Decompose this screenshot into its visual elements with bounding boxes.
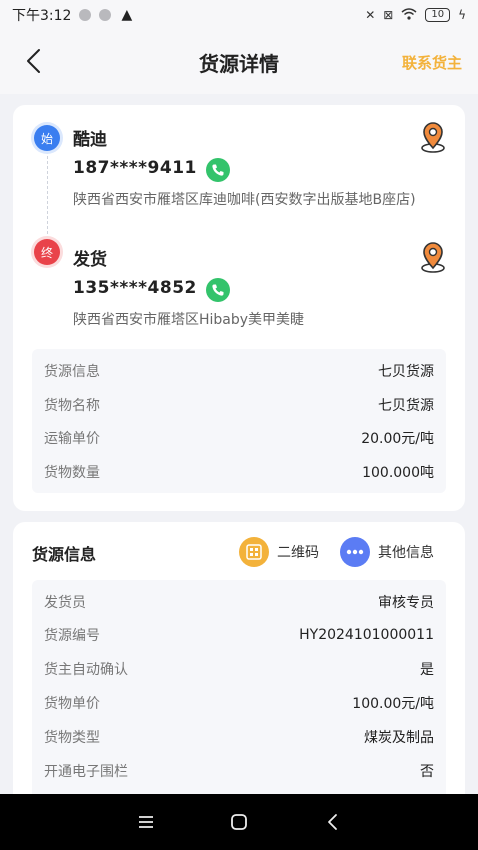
- phone-call-icon[interactable]: [206, 158, 230, 182]
- section-title: 货源信息: [32, 545, 97, 564]
- row-value: 100.00元/吨: [352, 696, 434, 712]
- route-connector: [47, 151, 48, 239]
- row-label: 发货员: [44, 595, 86, 611]
- qr-code-button[interactable]: 二维码: [239, 537, 319, 567]
- other-info-label: 其他信息: [378, 545, 434, 561]
- map-location-icon[interactable]: [419, 121, 447, 153]
- detail-row: 货物类型 煤炭及制品: [44, 725, 434, 749]
- row-label: 货源信息: [44, 364, 100, 380]
- wifi-icon: [401, 7, 417, 23]
- battery-icon: 10: [425, 8, 451, 22]
- row-label: 货物类型: [44, 730, 100, 746]
- detail-row: 发货员 审核专员: [44, 590, 434, 614]
- start-phone: 187****9411: [73, 158, 197, 178]
- summary-row: 货物数量 100.000吨: [44, 460, 434, 484]
- route-card: 始 酷迪 187****9411 陕西省西安市雁塔区库迪咖啡(西安数字出版基地B…: [13, 105, 465, 511]
- detail-row: 货主自动确认 是: [44, 657, 434, 681]
- warning-icon: ▲: [121, 7, 133, 23]
- summary-row: 货源信息 七贝货源: [44, 359, 434, 383]
- start-name: 酷迪: [73, 130, 107, 150]
- row-value: HY2024101000011: [299, 627, 434, 643]
- mute-icon: ✕: [365, 8, 376, 22]
- row-label: 货主自动确认: [44, 662, 128, 678]
- row-value: 七贝货源: [378, 364, 434, 380]
- system-nav-bar: [0, 794, 478, 850]
- row-label: 货物名称: [44, 398, 100, 414]
- row-value: 100.000吨: [362, 465, 434, 481]
- detail-row: 货源编号 HY2024101000011: [44, 623, 434, 647]
- contact-owner-button[interactable]: 联系货主: [402, 52, 462, 73]
- back-arrow-icon[interactable]: [18, 46, 48, 76]
- source-detail-box: 发货员 审核专员 货源编号 HY2024101000011 货主自动确认 是 货…: [32, 580, 446, 822]
- end-address: 陕西省西安市雁塔区Hibaby美甲美睫: [73, 312, 305, 328]
- start-address: 陕西省西安市雁塔区库迪咖啡(西安数字出版基地B座店): [73, 192, 416, 208]
- end-name: 发货: [73, 250, 107, 270]
- row-value: 七贝货源: [378, 398, 434, 414]
- qr-code-icon: [239, 537, 269, 567]
- notification-dot-icon: [79, 9, 92, 21]
- row-value: 审核专员: [378, 595, 434, 611]
- row-value: 否: [420, 764, 434, 780]
- row-value: 是: [420, 662, 434, 678]
- start-badge: 始: [34, 125, 60, 151]
- sim-icon: ⊠: [383, 8, 394, 22]
- phone-call-icon[interactable]: [206, 278, 230, 302]
- row-label: 货物数量: [44, 465, 100, 481]
- end-phone: 135****4852: [73, 278, 197, 298]
- page-title: 货源详情: [199, 51, 279, 76]
- menu-icon[interactable]: [126, 802, 166, 842]
- back-icon[interactable]: [312, 802, 352, 842]
- qr-code-label: 二维码: [277, 545, 319, 561]
- more-dots-icon: [340, 537, 370, 567]
- summary-box: 货源信息 七贝货源 货物名称 七贝货源 运输单价 20.00元/吨 货物数量 1…: [32, 349, 446, 493]
- status-icons: ✕ ⊠ 10 ϟ: [365, 7, 466, 23]
- row-value: 煤炭及制品: [364, 730, 434, 746]
- home-icon[interactable]: [219, 802, 259, 842]
- summary-row: 货物名称 七贝货源: [44, 393, 434, 417]
- row-value: 20.00元/吨: [361, 431, 434, 447]
- detail-row: 货物单价 100.00元/吨: [44, 691, 434, 715]
- status-bar: 下午3:12 ▲ ✕ ⊠ 10 ϟ: [0, 0, 478, 30]
- map-location-icon[interactable]: [419, 241, 447, 273]
- other-info-button[interactable]: 其他信息: [340, 537, 434, 567]
- notification-dot-icon: [99, 9, 112, 21]
- detail-row: 开通电子围栏 否: [44, 759, 434, 783]
- end-badge: 终: [34, 239, 60, 265]
- summary-row: 运输单价 20.00元/吨: [44, 426, 434, 450]
- row-label: 运输单价: [44, 431, 100, 447]
- row-label: 开通电子围栏: [44, 764, 128, 780]
- row-label: 货源编号: [44, 628, 100, 644]
- status-time: 下午3:12: [12, 8, 72, 24]
- charging-icon: ϟ: [458, 8, 466, 22]
- source-info-card: 货源信息 二维码 其他信息 发货员 审核专员 货源编号 HY2024101000…: [13, 522, 465, 822]
- header: 货源详情 联系货主: [0, 30, 478, 94]
- row-label: 货物单价: [44, 696, 100, 712]
